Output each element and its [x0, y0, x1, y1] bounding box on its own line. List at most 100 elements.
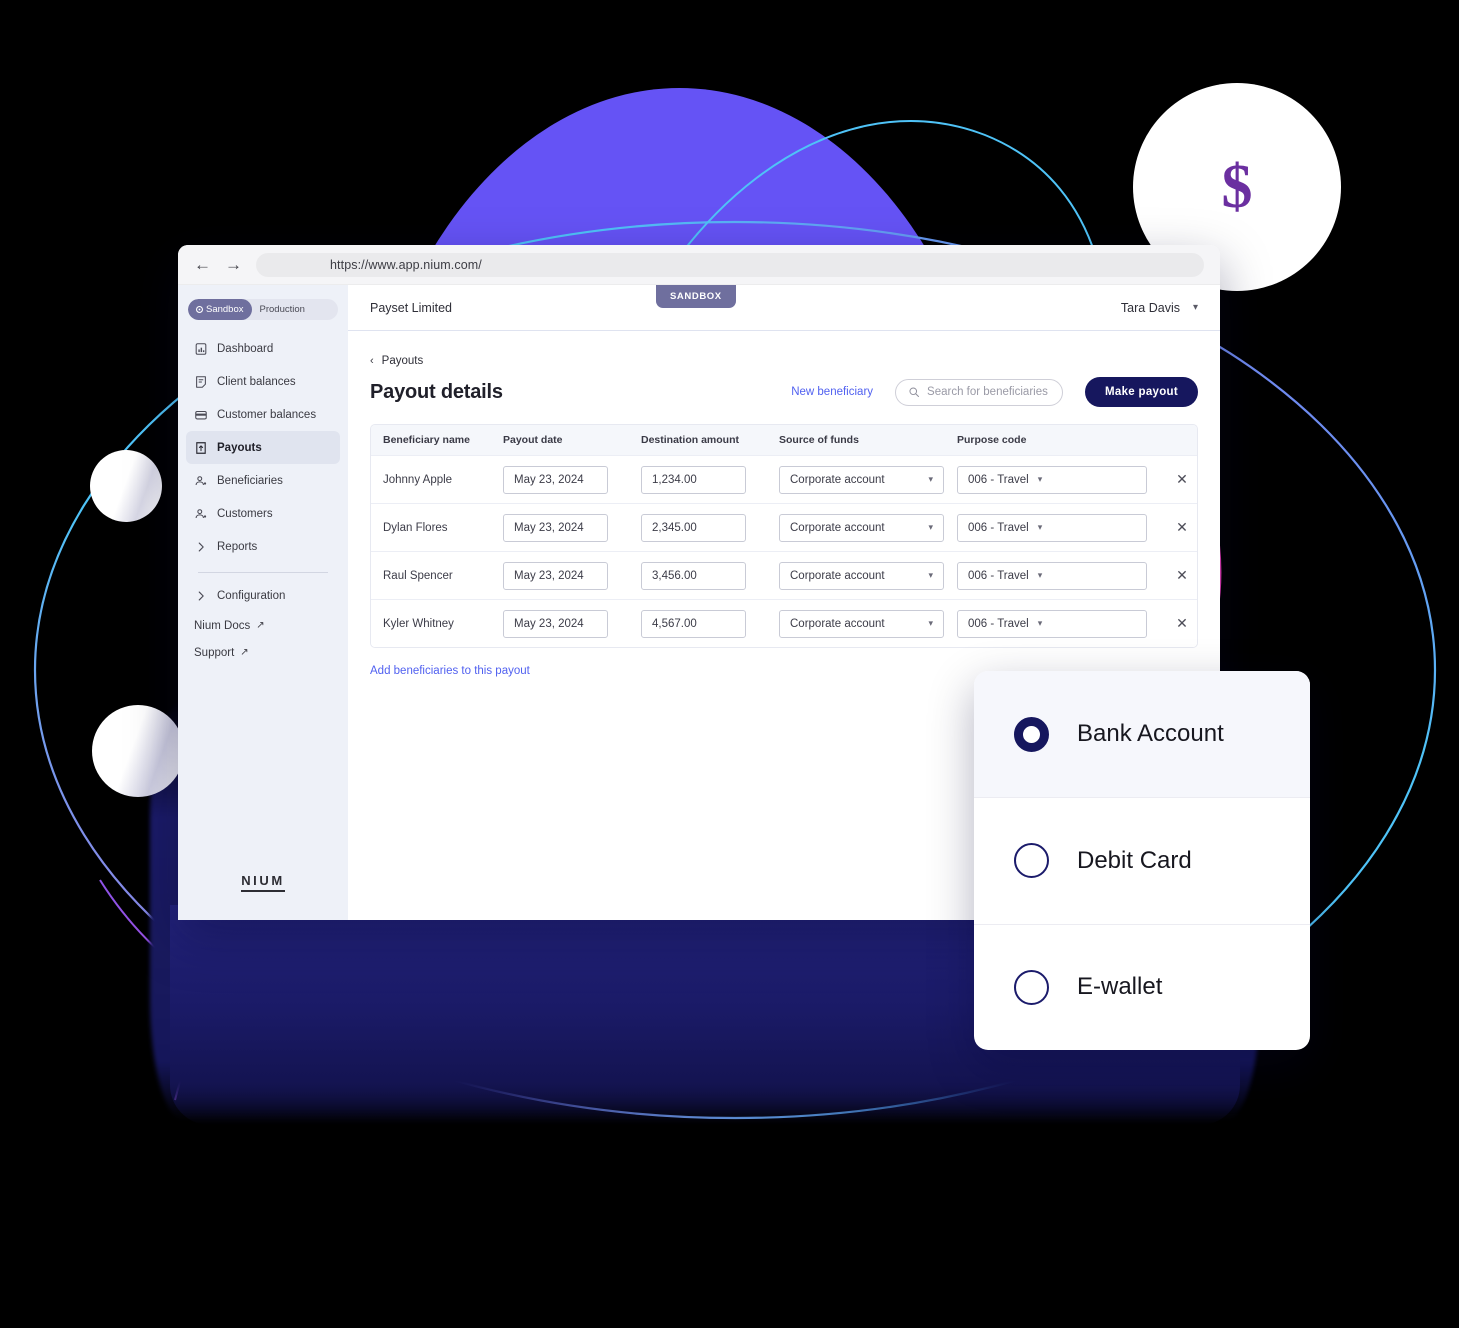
sidebar-item-label: Beneficiaries [217, 474, 283, 487]
payout-method-option-e-wallet[interactable]: E-wallet [974, 923, 1310, 1050]
table-row: Dylan Flores May 23, 2024 2,345.00 Corpo… [371, 503, 1197, 551]
source-of-funds-select[interactable]: Corporate account ▾ [779, 609, 944, 638]
chevron-right-icon [198, 541, 204, 552]
payout-method-card: Bank Account Debit Card E-wallet [974, 671, 1310, 1050]
sidebar-item-customer-balances[interactable]: Customer balances [186, 398, 340, 431]
cell-source-of-funds: Corporate account ▾ [779, 561, 957, 590]
cell-beneficiary-name: Dylan Flores [383, 521, 448, 534]
destination-amount-input[interactable]: 4,567.00 [641, 609, 746, 638]
sidebar-item-reports[interactable]: Reports [186, 530, 340, 563]
sidebar-item-configuration[interactable]: Configuration [186, 579, 340, 612]
cell-source-of-funds: Corporate account ▾ [779, 513, 957, 542]
chevron-down-icon: ▾ [1037, 474, 1043, 484]
user-name: Tara Davis [1120, 300, 1180, 315]
cell-destination-amount: 2,345.00 [641, 513, 779, 542]
note-icon [196, 375, 206, 388]
purpose-code-select[interactable]: 006 - Travel ▾ [957, 609, 1147, 638]
purpose-code-select[interactable]: 006 - Travel ▾ [957, 561, 1147, 590]
payout-date-input[interactable]: May 23, 2024 [503, 609, 608, 638]
status-badge: SANDBOX [656, 285, 736, 308]
destination-amount-input[interactable]: 3,456.00 [641, 561, 746, 590]
source-of-funds-select[interactable]: Corporate account ▾ [779, 465, 944, 494]
cell-actions: ✕ [1167, 471, 1197, 489]
column-header-destination-amount: Destination amount [641, 434, 740, 446]
env-production-label: Production [259, 304, 305, 315]
table-row: Johnny Apple May 23, 2024 1,234.00 Corpo… [371, 455, 1197, 503]
header-actions: New beneficiary Search for beneficiaries… [791, 377, 1198, 407]
sidebar-item-beneficiaries[interactable]: Beneficiaries [186, 464, 340, 497]
arrow-left-icon[interactable]: ← [194, 256, 211, 273]
payout-method-option-debit-card[interactable]: Debit Card [974, 797, 1310, 923]
chevron-left-icon: ‹ [370, 355, 374, 367]
sidebar-link-label: Nium Docs [194, 619, 251, 632]
radio-unselected-icon [1014, 969, 1049, 1005]
close-icon[interactable]: ✕ [1176, 567, 1188, 583]
external-link-icon: ↗ [240, 647, 249, 658]
sidebar: Sandbox Production Dashboard Client bala… [178, 285, 348, 920]
page-content: ‹ Payouts Payout details New beneficiary [348, 331, 1220, 677]
close-icon[interactable]: ✕ [1176, 471, 1188, 487]
chevron-down-icon: ▾ [1037, 522, 1043, 532]
destination-amount-input[interactable]: 2,345.00 [641, 513, 746, 542]
sidebar-link-support[interactable]: Support ↗ [186, 639, 340, 666]
table-header-row: Beneficiary name Payout date Destination… [371, 425, 1197, 455]
sidebar-item-label: Customer balances [217, 408, 317, 421]
cell-actions: ✕ [1167, 567, 1197, 585]
cell-purpose-code: 006 - Travel ▾ [957, 561, 1167, 590]
sidebar-item-label: Configuration [217, 589, 286, 602]
sidebar-item-payouts[interactable]: Payouts [186, 431, 340, 464]
purpose-code-value: 006 - Travel [968, 617, 1029, 630]
url-bar[interactable]: https://www.app.nium.com/ [256, 252, 1204, 277]
breadcrumb[interactable]: ‹ Payouts [370, 355, 1198, 367]
sidebar-item-dashboard[interactable]: Dashboard [186, 332, 340, 365]
org-name: Payset Limited [370, 300, 452, 315]
destination-amount-input[interactable]: 1,234.00 [641, 465, 746, 494]
dollar-icon: $ [1221, 153, 1253, 221]
sidebar-item-customers[interactable]: Customers [186, 497, 340, 530]
purpose-code-value: 006 - Travel [968, 569, 1029, 582]
user-menu[interactable]: Tara Davis ▾ [1121, 301, 1198, 315]
chevron-right-icon [198, 590, 204, 601]
cell-payout-date: May 23, 2024 [503, 561, 641, 590]
payout-date-input[interactable]: May 23, 2024 [503, 513, 608, 542]
sidebar-link-nium-docs[interactable]: Nium Docs ↗ [186, 612, 340, 639]
payout-method-label: Debit Card [1077, 846, 1192, 874]
close-icon[interactable]: ✕ [1176, 615, 1188, 631]
source-of-funds-value: Corporate account [790, 569, 885, 582]
new-beneficiary-link[interactable]: New beneficiary [791, 386, 873, 398]
sidebar-item-client-balances[interactable]: Client balances [186, 365, 340, 398]
chart-icon [195, 342, 207, 355]
environment-toggle[interactable]: Sandbox Production [188, 299, 338, 320]
chevron-down-icon: ▾ [928, 570, 933, 580]
cell-beneficiary-name: Kyler Whitney [383, 617, 454, 630]
cell-purpose-code: 006 - Travel ▾ [957, 513, 1167, 542]
make-payout-button[interactable]: Make payout [1085, 377, 1198, 407]
payout-method-option-bank-account[interactable]: Bank Account [974, 671, 1310, 798]
purpose-code-select[interactable]: 006 - Travel ▾ [957, 513, 1147, 542]
payout-date-input[interactable]: May 23, 2024 [503, 561, 608, 590]
external-link-icon: ↗ [256, 620, 265, 631]
purpose-code-select[interactable]: 006 - Travel ▾ [957, 465, 1147, 494]
env-segment-sandbox[interactable]: Sandbox [188, 299, 252, 320]
chevron-down-icon: ▾ [1192, 302, 1198, 313]
chevron-down-icon: ▾ [928, 474, 933, 484]
payout-icon [196, 441, 206, 454]
cell-destination-amount: 3,456.00 [641, 561, 779, 590]
arrow-right-icon[interactable]: → [225, 256, 242, 273]
sidebar-link-label: Support [194, 646, 235, 659]
env-segment-production[interactable]: Production [252, 299, 313, 320]
source-of-funds-select[interactable]: Corporate account ▾ [779, 513, 944, 542]
env-sandbox-label: Sandbox [206, 304, 244, 315]
source-of-funds-select[interactable]: Corporate account ▾ [779, 561, 944, 590]
cell-payout-date: May 23, 2024 [503, 609, 641, 638]
cell-actions: ✕ [1167, 615, 1197, 633]
search-input[interactable]: Search for beneficiaries [895, 378, 1064, 406]
source-of-funds-value: Corporate account [790, 521, 885, 534]
cell-payout-date: May 23, 2024 [503, 513, 641, 542]
payout-date-input[interactable]: May 23, 2024 [503, 465, 608, 494]
sidebar-item-label: Dashboard [217, 342, 274, 355]
close-icon[interactable]: ✕ [1176, 519, 1188, 535]
radio-unselected-icon [1014, 843, 1049, 879]
column-header-beneficiary-name: Beneficiary name [383, 434, 470, 446]
search-placeholder: Search for beneficiaries [927, 386, 1048, 398]
